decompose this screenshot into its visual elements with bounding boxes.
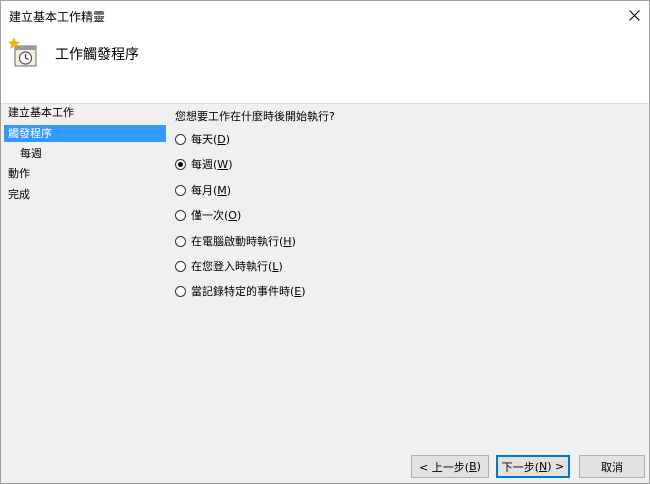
radio-at-logon[interactable]: 在您登入時執行(L) — [175, 257, 283, 275]
title-bar: 建立基本工作精靈 — [1, 1, 649, 29]
nav-step-label: 動作 — [8, 167, 30, 180]
window-title: 建立基本工作精靈 — [9, 10, 106, 24]
page-title: 工作觸發程序 — [55, 47, 139, 63]
radio-one-time[interactable]: 僅一次(O) — [175, 206, 241, 224]
nav-step-finish[interactable]: 完成 — [4, 186, 166, 203]
radio-at-startup[interactable]: 在電腦啟動時執行(H) — [175, 232, 296, 250]
cancel-button[interactable]: 取消 — [579, 455, 645, 478]
radio-button[interactable] — [175, 285, 186, 297]
task-scheduler-icon — [8, 37, 37, 67]
radio-monthly[interactable]: 每月(M) — [175, 181, 231, 199]
radio-button[interactable] — [175, 235, 186, 247]
nav-step-label: 每週 — [20, 147, 42, 160]
radio-button[interactable] — [175, 184, 186, 196]
nav-step-label: 觸發程序 — [8, 127, 52, 140]
back-button[interactable]: < 上一步(B) — [411, 455, 489, 478]
nav-step-weekly[interactable]: 每週 — [4, 145, 166, 162]
nav-step-label: 完成 — [8, 188, 30, 201]
wizard-window: 建立基本工作精靈 工作觸發程序 建立基本工作 觸發程序 每週 動作 完成 您想要… — [0, 0, 650, 484]
nav-step-action[interactable]: 動作 — [4, 165, 166, 182]
radio-button-selected[interactable] — [175, 158, 186, 170]
trigger-question: 您想要工作在什麼時後開始執行? — [175, 110, 335, 123]
nav-step-trigger[interactable]: 觸發程序 — [4, 125, 166, 142]
radio-button[interactable] — [175, 260, 186, 272]
radio-weekly[interactable]: 每週(W) — [175, 155, 232, 173]
radio-button[interactable] — [175, 133, 186, 145]
radio-daily[interactable]: 每天(D) — [175, 130, 230, 148]
wizard-header: 工作觸發程序 — [1, 29, 649, 103]
radio-button[interactable] — [175, 209, 186, 221]
nav-step-label: 建立基本工作 — [8, 106, 74, 119]
radio-on-event[interactable]: 當記錄特定的事件時(E) — [175, 282, 306, 300]
next-button[interactable]: 下一步(N) > — [496, 455, 570, 478]
close-button[interactable] — [619, 1, 649, 29]
nav-step-create-basic-task[interactable]: 建立基本工作 — [4, 104, 166, 121]
close-icon — [628, 9, 640, 21]
